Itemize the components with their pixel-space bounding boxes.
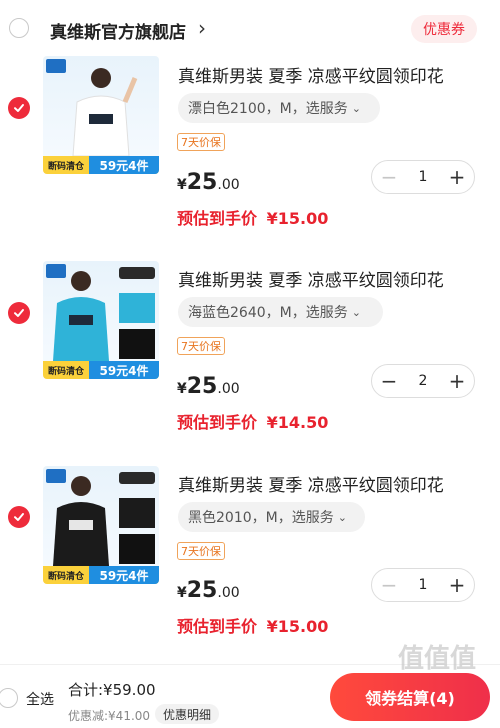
select-all-label[interactable]: 全选: [26, 689, 54, 709]
item-2-thumbnail[interactable]: 断码清仓 59元4件: [43, 261, 159, 379]
item-1-estimated-price: 预估到手价 ¥15.00: [177, 205, 328, 229]
item-2-variant-select[interactable]: 海蓝色2640，M，选服务 ⌄: [178, 297, 383, 327]
total-amount: 合计:¥59.00: [68, 681, 156, 699]
item-3-title[interactable]: 真维斯男装 夏季 凉感平纹圆领印花: [178, 471, 444, 496]
watermark-logo: 值值值: [398, 644, 477, 674]
estimate-label: 预估到手价: [177, 617, 258, 636]
decrement-button[interactable]: −: [372, 160, 406, 194]
store-select-radio[interactable]: [9, 18, 29, 38]
item-1-title[interactable]: 真维斯男装 夏季 凉感平纹圆领印花: [178, 62, 444, 87]
promo-banner-left: 断码清仓: [47, 366, 84, 377]
chevron-down-icon: ⌄: [351, 305, 361, 319]
item-2-title[interactable]: 真维斯男装 夏季 凉感平纹圆领印花: [178, 266, 444, 291]
checkmark-icon: [14, 104, 24, 112]
increment-button[interactable]: +: [440, 160, 474, 194]
item-2-estimated-price: 预估到手价 ¥14.50: [177, 409, 328, 433]
store-name[interactable]: 真维斯官方旗舰店: [50, 18, 186, 43]
price-symbol: ¥: [177, 381, 187, 397]
price-symbol: ¥: [177, 585, 187, 601]
price-dec: .00: [217, 585, 240, 601]
item-3-price: ¥25.00: [177, 578, 240, 603]
promo-banner-left: 断码清仓: [47, 571, 84, 582]
item-3-estimated-price: 预估到手价 ¥15.00: [177, 613, 328, 637]
item-1-price-protect-tag: 7天价保: [177, 133, 225, 151]
item-3-checkbox[interactable]: [8, 506, 30, 528]
checkmark-icon: [14, 513, 24, 521]
quantity-value[interactable]: 2: [406, 373, 440, 389]
discount-amount: 优惠减:¥41.00: [68, 709, 151, 723]
increment-button[interactable]: +: [440, 568, 474, 602]
item-1-checkbox[interactable]: [8, 97, 30, 119]
price-int: 25: [186, 170, 218, 195]
price-int: 25: [186, 374, 218, 399]
chevron-down-icon: ⌄: [337, 510, 347, 524]
estimate-value: ¥15.00: [266, 617, 329, 636]
item-1-quantity-stepper[interactable]: − 1 +: [371, 160, 475, 194]
checkout-button[interactable]: 领券结算(4): [330, 673, 490, 721]
decrement-button[interactable]: −: [372, 364, 406, 398]
promo-banner-right: 59元4件: [89, 361, 159, 379]
estimate-value: ¥15.00: [266, 209, 329, 228]
increment-button[interactable]: +: [440, 364, 474, 398]
promo-banner: 断码清仓 59元4件: [43, 566, 159, 584]
store-chevron-icon[interactable]: ›: [198, 16, 206, 40]
price-symbol: ¥: [177, 177, 187, 193]
estimate-value: ¥14.50: [266, 413, 329, 432]
price-int: 25: [186, 578, 218, 603]
item-2-quantity-stepper[interactable]: − 2 +: [371, 364, 475, 398]
item-2-price: ¥25.00: [177, 374, 240, 399]
item-3-variant-label: 黑色2010，M，选服务: [188, 510, 334, 526]
item-1-variant-select[interactable]: 漂白色2100，M，选服务 ⌄: [178, 93, 380, 123]
promo-banner-left: 断码清仓: [47, 161, 84, 172]
quantity-value[interactable]: 1: [406, 169, 440, 185]
item-1-thumbnail[interactable]: 断码清仓 59元4件: [43, 56, 159, 174]
item-3-variant-select[interactable]: 黑色2010，M，选服务 ⌄: [178, 502, 365, 532]
price-dec: .00: [217, 177, 240, 193]
item-2-checkbox[interactable]: [8, 302, 30, 324]
promo-banner: 断码清仓 59元4件: [43, 156, 159, 174]
discount-detail-button[interactable]: 优惠明细: [155, 704, 220, 724]
estimate-label: 预估到手价: [177, 209, 258, 228]
decrement-button[interactable]: −: [372, 568, 406, 602]
promo-banner-right: 59元4件: [89, 566, 159, 584]
item-1-variant-label: 漂白色2100，M，选服务: [188, 101, 348, 117]
coupon-button[interactable]: 优惠券: [411, 15, 477, 43]
item-2-variant-label: 海蓝色2640，M，选服务: [188, 305, 348, 321]
item-3-price-protect-tag: 7天价保: [177, 542, 225, 560]
promo-banner: 断码清仓 59元4件: [43, 361, 159, 379]
item-3-quantity-stepper[interactable]: − 1 +: [371, 568, 475, 602]
estimate-label: 预估到手价: [177, 413, 258, 432]
quantity-value[interactable]: 1: [406, 577, 440, 593]
item-1-price: ¥25.00: [177, 170, 240, 195]
checkmark-icon: [14, 309, 24, 317]
item-2-price-protect-tag: 7天价保: [177, 337, 225, 355]
chevron-down-icon: ⌄: [351, 101, 361, 115]
promo-banner-right: 59元4件: [89, 156, 159, 174]
price-dec: .00: [217, 381, 240, 397]
item-3-thumbnail[interactable]: 断码清仓 59元4件: [43, 466, 159, 584]
